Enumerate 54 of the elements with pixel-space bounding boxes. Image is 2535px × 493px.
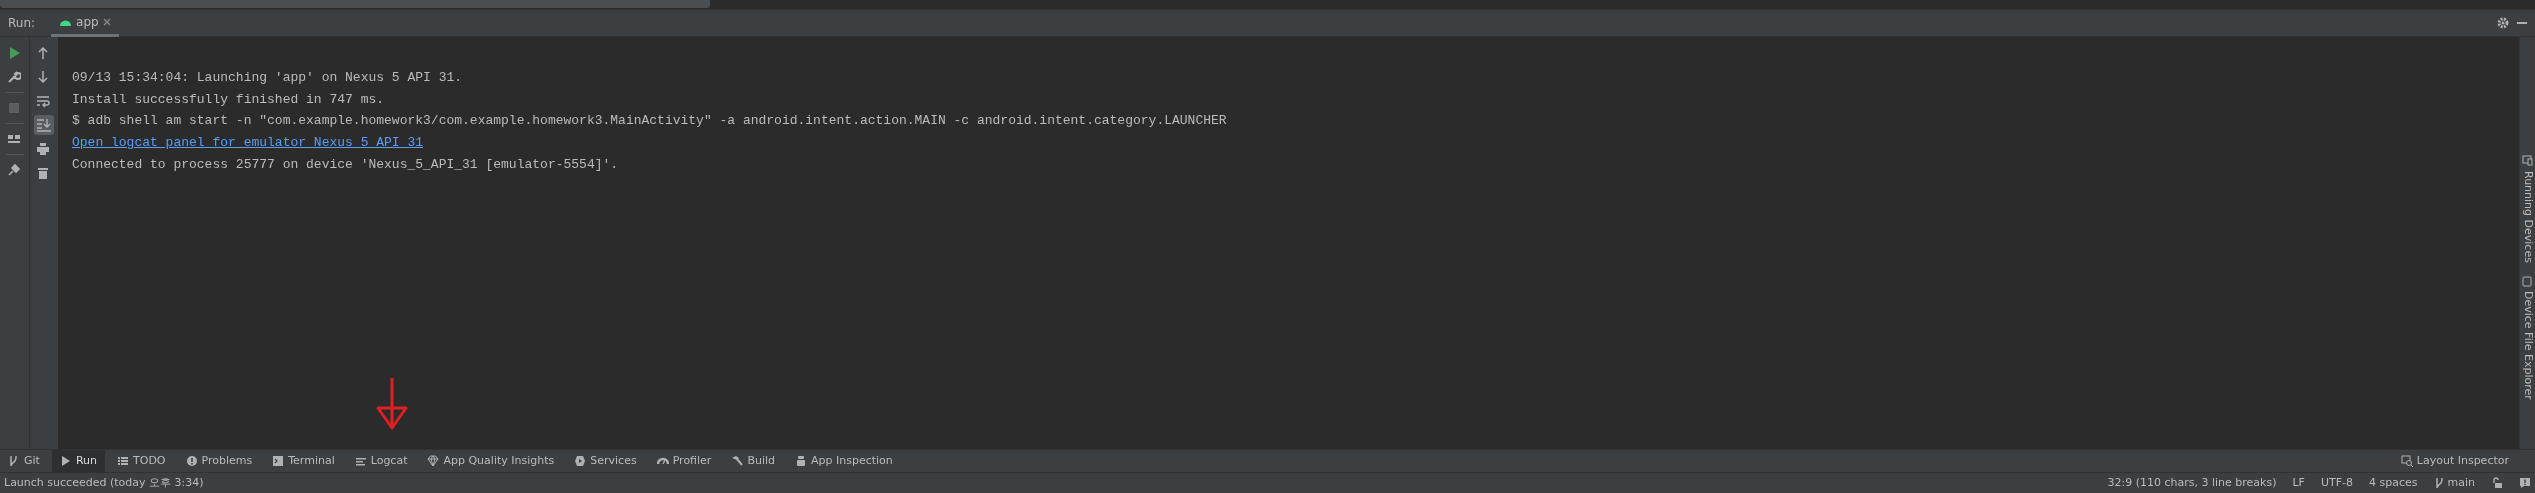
layout-icon[interactable] — [6, 132, 21, 146]
list-icon — [117, 455, 129, 467]
wrench-icon[interactable] — [6, 70, 21, 84]
hammer-icon — [731, 455, 744, 467]
status-item[interactable]: 32:9 (110 chars, 3 line breaks) — [2107, 474, 2277, 492]
print-icon[interactable] — [36, 142, 50, 156]
down-arrow-drawing — [376, 378, 408, 432]
terminal-icon — [272, 455, 285, 467]
tool-tab[interactable]: Git — [0, 450, 48, 472]
side-tab[interactable]: Running Devices — [2519, 167, 2535, 267]
tool-tab[interactable]: App Inspection — [787, 450, 901, 472]
side-tab[interactable]: Device File Explorer — [2519, 286, 2535, 404]
play-icon — [59, 455, 72, 467]
tool-tab[interactable]: Build — [723, 450, 783, 472]
lock-icon[interactable] — [2491, 477, 2503, 489]
device-icon — [2522, 274, 2533, 287]
tool-tab[interactable]: TODO — [109, 450, 174, 472]
status-item[interactable]: LF — [2292, 474, 2305, 492]
pin-icon[interactable] — [6, 163, 21, 177]
notification-icon[interactable] — [2519, 477, 2531, 489]
tool-tab[interactable]: Problems — [177, 450, 261, 472]
tool-tab[interactable]: Layout Inspector — [2392, 450, 2517, 472]
status-item[interactable]: 4 spaces — [2369, 474, 2418, 492]
console-line: Connected to process 25777 on device 'Nexus_5_API_31 [emulator-5554]'. — [72, 155, 620, 174]
tool-tab[interactable]: Terminal — [264, 450, 343, 472]
tool-tab[interactable]: Profiler — [648, 450, 720, 472]
scroll-to-end-button[interactable] — [34, 115, 54, 135]
run-label: Run: — [8, 15, 36, 32]
trash-icon[interactable] — [36, 166, 50, 180]
down-arrow-icon[interactable] — [36, 70, 50, 84]
services-icon — [574, 455, 587, 467]
console-line: Install successfully finished in 747 ms. — [72, 90, 386, 109]
console-line: 09/13 15:34:04: Launching 'app' on Nexus 5 API 31. — [72, 69, 464, 87]
branch-widget[interactable]: main — [2433, 474, 2475, 492]
up-arrow-icon[interactable] — [36, 46, 50, 60]
logcat-link[interactable]: Open logcat panel for emulator Nexus 5 API 31 — [72, 135, 424, 151]
status-message: Launch succeeded (today 오후 3:34) — [4, 474, 204, 491]
branch-icon — [8, 455, 20, 467]
diamond-icon — [427, 455, 440, 467]
layout-inspector-icon — [2400, 455, 2413, 467]
console-line: $ adb shell am start -n "com.example.homework3/com.example.homework3.MainActivity" -a android.intent.action.MAIN -c android.intent.category.LAUNCHER — [72, 112, 1228, 131]
warning-icon — [185, 455, 198, 467]
tool-tab[interactable]: App Quality Insights — [419, 450, 563, 472]
status-item[interactable]: UTF-8 — [2320, 474, 2353, 492]
soft-wrap-icon[interactable] — [36, 94, 50, 108]
lines-icon — [354, 455, 367, 467]
inspection-icon — [795, 455, 807, 467]
gauge-icon — [656, 455, 669, 467]
settings-icon[interactable] — [2497, 17, 2509, 29]
tool-tab[interactable]: Services — [566, 450, 645, 472]
branch-icon — [2433, 477, 2444, 489]
tool-tab[interactable]: Run — [51, 450, 105, 472]
tool-tab[interactable]: Logcat — [346, 450, 416, 472]
close-icon[interactable] — [102, 17, 111, 26]
